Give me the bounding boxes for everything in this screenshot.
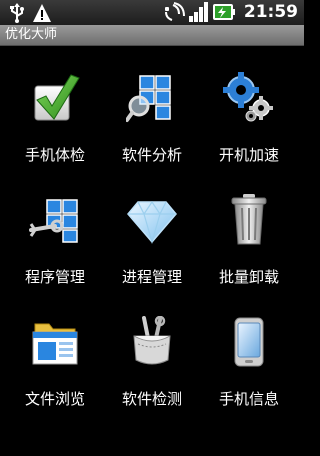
grid-item-label: 批量卸载 bbox=[218, 268, 279, 286]
warning-icon bbox=[33, 4, 51, 22]
usb-icon bbox=[10, 3, 24, 23]
status-left bbox=[8, 3, 58, 23]
diamond-icon bbox=[127, 200, 177, 245]
gears-icon bbox=[223, 72, 273, 122]
windows-wrench-icon bbox=[29, 199, 78, 243]
battery-charging-icon bbox=[213, 4, 235, 20]
grid-item-program-management[interactable]: 程序管理 bbox=[8, 168, 102, 286]
grid-item-boot-speedup[interactable]: 开机加速 bbox=[202, 46, 296, 164]
title-bar: 优化大师 bbox=[0, 25, 304, 46]
grid-item-software-detection[interactable]: 软件检测 bbox=[105, 290, 199, 408]
grid-item-label: 软件检测 bbox=[121, 390, 182, 408]
clock: 21:59 bbox=[243, 2, 298, 22]
grid-item-label: 手机体检 bbox=[24, 146, 85, 164]
grid-item-label: 程序管理 bbox=[24, 268, 85, 286]
grid-item-batch-uninstall[interactable]: 批量卸载 bbox=[202, 168, 296, 286]
grid-item-process-management[interactable]: 进程管理 bbox=[105, 168, 199, 286]
app-title: 优化大师 bbox=[5, 27, 58, 42]
grid-item-phone-info[interactable]: 手机信息 bbox=[202, 290, 296, 408]
tools-pocket-icon bbox=[133, 316, 171, 365]
checkmark-icon bbox=[34, 74, 80, 121]
status-bar: 21:59 bbox=[0, 0, 304, 25]
trash-can-icon bbox=[231, 194, 267, 245]
grid-item-label: 文件浏览 bbox=[24, 390, 85, 408]
cellular-bars-icon bbox=[189, 2, 208, 22]
grid-item-label: 进程管理 bbox=[121, 268, 182, 286]
folder-window-icon bbox=[32, 323, 78, 365]
grid-item-phone-checkup[interactable]: 手机体检 bbox=[8, 46, 102, 164]
magnifier-windows-icon bbox=[126, 75, 171, 122]
screen: 21:59 优化大师 手机体检 软件分析 开机加速 程序管理 进程管理 批量卸载… bbox=[0, 0, 304, 456]
grid-item-file-browse[interactable]: 文件浏览 bbox=[8, 290, 102, 408]
grid-item-label: 开机加速 bbox=[218, 146, 279, 164]
signal-icon bbox=[165, 2, 185, 21]
phone-icon bbox=[234, 317, 264, 367]
grid-item-label: 软件分析 bbox=[121, 146, 182, 164]
grid-item-label: 手机信息 bbox=[218, 390, 279, 408]
grid-item-software-analysis[interactable]: 软件分析 bbox=[105, 46, 199, 164]
status-right: 21:59 bbox=[164, 0, 304, 25]
